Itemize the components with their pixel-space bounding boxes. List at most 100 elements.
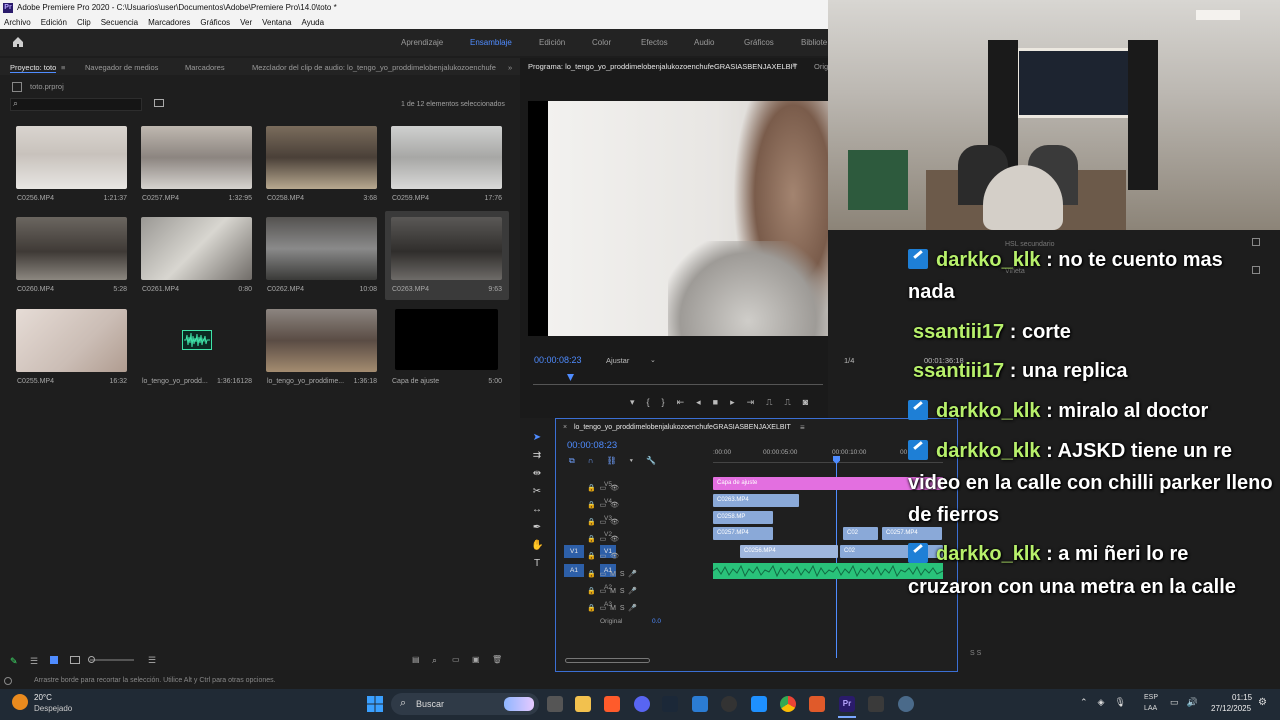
zoom-handle[interactable]	[88, 656, 95, 663]
program-menu-icon[interactable]: ≡	[792, 61, 797, 70]
clip-thumbnail[interactable]	[16, 126, 127, 189]
workspace-tab-audio[interactable]: Audio	[694, 38, 714, 47]
menu-edicion[interactable]: Edición	[41, 18, 67, 27]
clip-thumbnail-selected[interactable]	[391, 217, 502, 280]
network-icon[interactable]: ▭	[1170, 697, 1187, 707]
clip-thumbnail[interactable]	[16, 217, 127, 280]
menu-marcadores[interactable]: Marcadores	[148, 18, 190, 27]
tray-chevron-icon[interactable]: ⌃	[1080, 697, 1098, 707]
fit-dropdown[interactable]: Ajustar	[606, 356, 629, 365]
home-icon[interactable]	[12, 36, 24, 48]
chrome-icon[interactable]	[780, 696, 796, 712]
clock-time[interactable]: 01:15	[1232, 693, 1252, 702]
panel-overflow-icon[interactable]: »	[508, 63, 512, 72]
camera-icon[interactable]: ◙	[803, 397, 820, 407]
selection-tool-icon[interactable]: ➤	[531, 432, 543, 444]
lang-layout[interactable]: LAA	[1144, 705, 1157, 712]
audio-waveform-icon[interactable]	[182, 330, 212, 350]
clip-thumbnail[interactable]	[391, 126, 502, 189]
mic-icon[interactable]: 🎙	[1114, 697, 1135, 707]
workspace-tab-graficos[interactable]: Gráficos	[744, 38, 774, 47]
video-frame[interactable]	[528, 101, 828, 336]
wrench-icon[interactable]: 🔧	[646, 456, 669, 465]
timeline-clip[interactable]: C02	[843, 527, 878, 540]
clip-thumbnail[interactable]	[141, 217, 252, 280]
weather-desc[interactable]: Despejado	[34, 704, 72, 713]
weather-icon[interactable]	[12, 694, 28, 710]
sort-icon[interactable]: ☰	[148, 655, 156, 666]
lang-code[interactable]: ESP	[1144, 694, 1158, 701]
project-search-input[interactable]	[10, 98, 142, 111]
menu-secuencia[interactable]: Secuencia	[101, 18, 138, 27]
trash-icon[interactable]: 🗑	[492, 655, 502, 664]
menu-clip[interactable]: Clip	[77, 18, 91, 27]
settings-icon[interactable]	[898, 696, 914, 712]
stop-icon[interactable]: ■	[713, 397, 730, 407]
workspace-tab-color[interactable]: Color	[592, 38, 611, 47]
timeline-clip[interactable]: C0257.MP4	[713, 527, 773, 540]
timeline-clip[interactable]: C0256.MP4	[740, 545, 838, 558]
clock-date[interactable]: 27/12/2025	[1211, 704, 1251, 713]
clip-thumbnail[interactable]	[266, 217, 377, 280]
linked-selection-icon[interactable]: ⛓	[606, 456, 629, 465]
app-icon[interactable]	[721, 696, 737, 712]
weather-temp[interactable]: 20°C	[34, 693, 52, 702]
steam-icon[interactable]	[662, 696, 678, 712]
find-icon[interactable]: ⌕	[432, 655, 437, 666]
new-bin-bottom-icon[interactable]: ▭	[452, 655, 460, 664]
menu-ventana[interactable]: Ventana	[262, 18, 291, 27]
discord-icon[interactable]	[634, 696, 650, 712]
step-back-icon[interactable]: ◂	[696, 397, 713, 407]
list-view-icon[interactable]: ☰	[30, 656, 38, 667]
pen-tool-icon[interactable]: ✒	[531, 522, 543, 534]
timeline-clip[interactable]: C0258.MP	[713, 511, 773, 524]
razor-tool-icon[interactable]: ✂	[531, 486, 543, 498]
workspace-tab-ensamblaje[interactable]: Ensamblaje	[470, 38, 512, 47]
workspace-tab-edicion[interactable]: Edición	[539, 38, 565, 47]
type-tool-icon[interactable]: T	[531, 558, 543, 570]
automate-icon[interactable]: ▤	[412, 655, 420, 664]
photos-icon[interactable]	[692, 696, 708, 712]
chevron-down-icon[interactable]: ⌄	[650, 356, 656, 364]
menu-ayuda[interactable]: Ayuda	[302, 18, 325, 27]
workspace-tab-biblioteca[interactable]: Bibliote	[801, 38, 827, 47]
timeline-zoom-scrollbar[interactable]	[565, 658, 650, 663]
notes-icon[interactable]	[751, 696, 767, 712]
ripple-edit-tool-icon[interactable]: ⇹	[531, 468, 543, 480]
new-bin-icon[interactable]	[154, 99, 164, 107]
tray-app-icon[interactable]: ◈	[1098, 697, 1115, 707]
clip-thumbnail[interactable]	[266, 126, 377, 189]
extract-icon[interactable]: ⎍	[784, 397, 802, 407]
windows-start-icon[interactable]	[367, 696, 383, 712]
menu-archivo[interactable]: Archivo	[4, 18, 31, 27]
playhead-line[interactable]	[836, 462, 837, 658]
tab-markers[interactable]: Marcadores	[185, 63, 225, 72]
tab-audio-clip-mixer[interactable]: Mezclador del clip de audio: lo_tengo_yo…	[252, 63, 496, 72]
go-to-out-icon[interactable]: ⇥	[747, 397, 767, 407]
track-select-tool-icon[interactable]: ⇉	[531, 450, 543, 462]
premiere-taskbar-icon[interactable]: Pr	[839, 696, 855, 712]
new-item-icon[interactable]: ▣	[472, 655, 480, 664]
task-view-icon[interactable]	[547, 696, 563, 712]
timeline-clip[interactable]: C0263.MP4	[713, 494, 799, 507]
workspace-tab-efectos[interactable]: Efectos	[641, 38, 668, 47]
brave-icon[interactable]	[604, 696, 620, 712]
panel-menu-icon[interactable]: ≡	[61, 63, 65, 72]
resolution-dropdown[interactable]: 1/4	[844, 356, 854, 365]
add-marker-icon[interactable]: ▾	[630, 456, 646, 465]
sequence-tab[interactable]: lo_tengo_yo_proddimelobenjalukozoenchufe…	[574, 424, 791, 431]
tab-media-browser[interactable]: Navegador de medios	[85, 63, 158, 72]
game-icon[interactable]	[809, 696, 825, 712]
clip-thumbnail[interactable]	[16, 309, 127, 372]
master-volume[interactable]: 0.0	[652, 618, 661, 625]
sequence-timecode[interactable]: 00:00:08:23	[567, 440, 617, 451]
marker-icon[interactable]: ▾	[630, 397, 647, 407]
terminal-icon[interactable]	[868, 696, 884, 712]
close-icon[interactable]: ×	[563, 424, 567, 431]
menu-ver[interactable]: Ver	[240, 18, 252, 27]
adjustment-layer-thumbnail[interactable]	[395, 309, 498, 370]
workspace-tab-aprendizaje[interactable]: Aprendizaje	[401, 38, 443, 47]
slip-tool-icon[interactable]: ↔	[531, 504, 543, 516]
mark-in-icon[interactable]: {	[647, 397, 662, 407]
snap-icon[interactable]: ∩	[588, 456, 607, 465]
